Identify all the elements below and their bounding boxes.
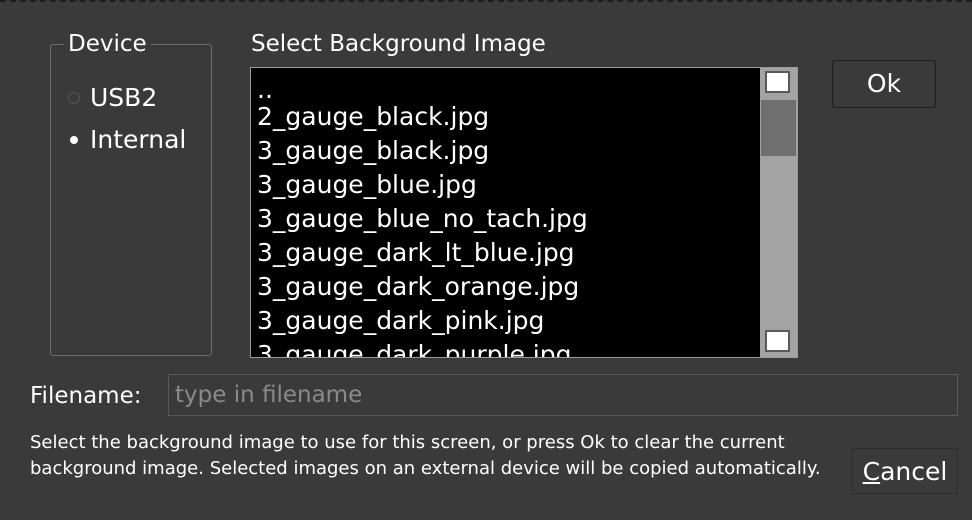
help-text: Select the background image to use for t… <box>30 432 821 479</box>
list-item[interactable]: 3_gauge_dark_orange.jpg <box>257 270 588 304</box>
radio-unchecked-icon <box>68 92 80 104</box>
image-list-title: Select Background Image <box>251 31 546 57</box>
background-image-dialog: Device USB2 Internal Select Background I… <box>0 0 972 520</box>
list-item[interactable]: 3_gauge_blue.jpg <box>257 168 588 202</box>
device-group-title: Device <box>64 28 151 60</box>
device-radio-internal[interactable]: Internal <box>68 124 186 156</box>
image-list: .. 2_gauge_black.jpg 3_gauge_black.jpg 3… <box>257 77 588 357</box>
device-radio-internal-label: Internal <box>90 125 187 154</box>
image-listbox[interactable]: .. 2_gauge_black.jpg 3_gauge_black.jpg 3… <box>250 67 798 358</box>
scroll-up-button[interactable] <box>765 71 790 93</box>
device-radio-usb2[interactable]: USB2 <box>68 82 157 114</box>
list-item[interactable]: 3_gauge_black.jpg <box>257 134 588 168</box>
cancel-button[interactable]: Cancel <box>852 448 958 494</box>
cancel-mnemonic: C <box>862 457 881 486</box>
filename-label: Filename: <box>30 383 142 409</box>
list-item-parent-dir[interactable]: .. <box>257 77 588 102</box>
radio-checked-icon <box>70 136 78 144</box>
ok-button[interactable]: Ok <box>832 60 936 108</box>
cancel-label: ancel <box>880 457 948 486</box>
scroll-down-button[interactable] <box>765 330 790 352</box>
list-item[interactable]: 3_gauge_dark_pink.jpg <box>257 304 588 338</box>
list-scrollbar[interactable] <box>760 68 797 357</box>
scroll-thumb[interactable] <box>761 100 796 156</box>
list-item[interactable]: 2_gauge_black.jpg <box>257 100 588 134</box>
device-radio-usb2-label: USB2 <box>90 83 158 112</box>
list-item[interactable]: 3_gauge_dark_purple.jpg <box>257 338 588 357</box>
list-item[interactable]: 3_gauge_dark_lt_blue.jpg <box>257 236 588 270</box>
list-item[interactable]: 3_gauge_blue_no_tach.jpg <box>257 202 588 236</box>
filename-input[interactable] <box>168 374 958 416</box>
